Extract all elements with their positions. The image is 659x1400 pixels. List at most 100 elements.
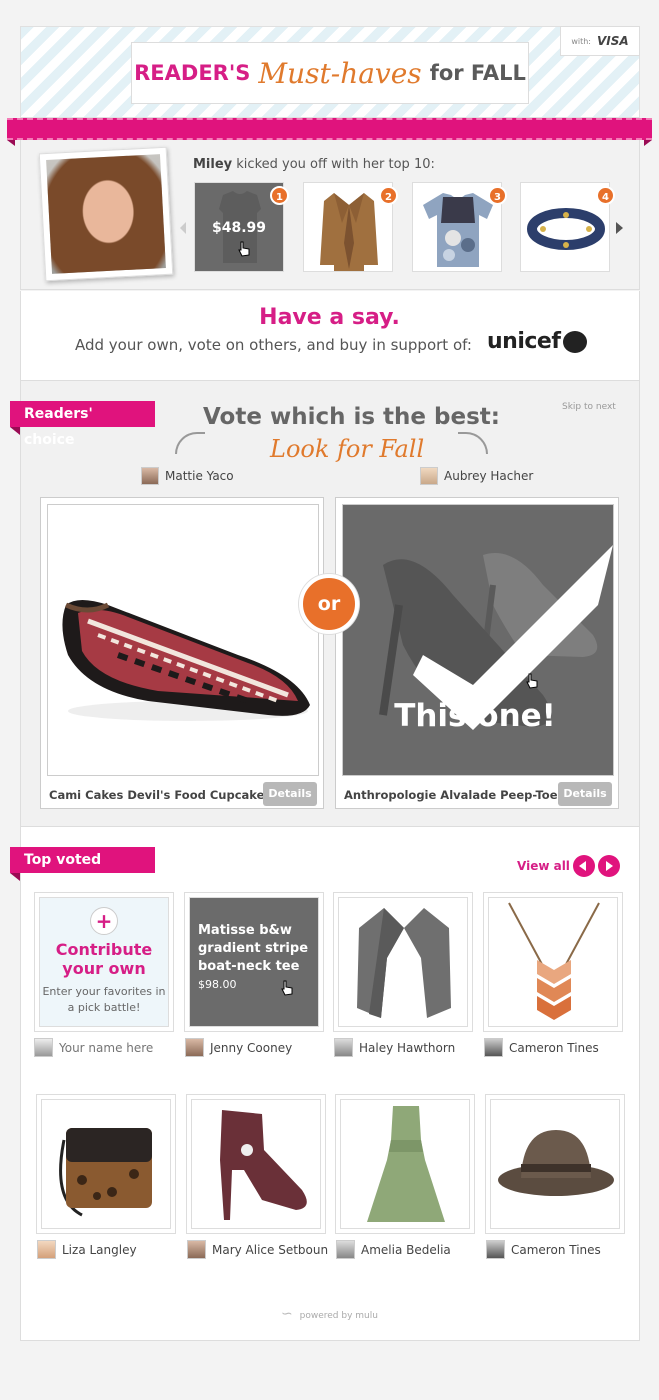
prev-page-button[interactable]	[573, 855, 595, 877]
rank-badge: 1	[270, 186, 289, 205]
user-placeholder-icon	[34, 1038, 53, 1057]
tag-fold	[10, 427, 20, 435]
vote-option-right[interactable]: Anthropologie Alvalade Peep-Toe Details	[335, 497, 619, 809]
necklace-image	[508, 902, 600, 1020]
submitter-name: Amelia Bedelia	[361, 1242, 451, 1257]
title-part-fall: for FALL	[429, 61, 526, 85]
grid-item-bootie[interactable]	[186, 1094, 326, 1234]
have-a-say-title: Have a say.	[259, 305, 400, 330]
contribute-title: Contribute your own	[55, 940, 153, 978]
have-a-say-subtitle: Add your own, vote on others, and buy in…	[75, 336, 472, 354]
submitter[interactable]: Liza Langley	[37, 1240, 137, 1259]
title-part-musthaves: Must-haves	[258, 56, 422, 90]
vote-title: Vote which is the best:	[203, 404, 500, 430]
chevron-right-icon	[606, 861, 613, 871]
powered-by[interactable]: ∽ powered by mulu	[0, 1306, 659, 1322]
top-item-4[interactable]: 4	[520, 182, 615, 272]
avatar	[37, 1240, 56, 1259]
submitter-name: Cameron Tines	[511, 1242, 601, 1257]
submitter-name: Liza Langley	[62, 1242, 137, 1257]
details-button[interactable]: Details	[558, 782, 612, 806]
submitter[interactable]: Cameron Tines	[484, 1038, 599, 1057]
name-input[interactable]	[59, 1040, 169, 1055]
avatar	[334, 1038, 353, 1057]
contribute-text: Enter your favorites in a pick battle!	[42, 985, 166, 1014]
voter-right[interactable]: Aubrey Hacher	[420, 467, 533, 485]
submitter[interactable]: Mary Alice Setboun	[187, 1240, 328, 1259]
next-page-button[interactable]	[598, 855, 620, 877]
top-item-2[interactable]: 2	[303, 182, 398, 272]
avatar	[484, 1038, 503, 1057]
grid-item-necklace[interactable]	[483, 892, 623, 1032]
submitter-name: Jenny Cooney	[210, 1040, 293, 1055]
skip-to-next-link[interactable]: Skip to next	[562, 402, 616, 412]
ribbon-fold-left	[7, 140, 15, 146]
item-price: $98.00	[198, 978, 237, 991]
grid-item-dress[interactable]	[335, 1094, 475, 1234]
or-badge: or	[299, 574, 359, 634]
rank-badge: 3	[488, 186, 507, 205]
voter-name: Aubrey Hacher	[444, 469, 534, 483]
item-title: Matisse b&w gradient stripe boat-neck te…	[198, 923, 309, 974]
top-item-price: $48.99	[211, 220, 267, 236]
title-part-readers: READER'S	[134, 61, 251, 85]
cardigan-image	[357, 908, 451, 1018]
hat-image	[498, 1130, 614, 1196]
vote-option-name: Cami Cakes Devil's Food Cupcake...	[49, 788, 278, 802]
submitter[interactable]: Haley Hawthorn	[334, 1038, 455, 1057]
hand-cursor-icon	[281, 980, 293, 996]
chevron-left-icon	[579, 861, 586, 871]
this-one-overlay[interactable]: This one!	[340, 698, 610, 734]
celebrity-caption-text: kicked you off with her top 10:	[236, 157, 435, 172]
sponsor-with-label: with:	[571, 36, 591, 46]
avatar	[141, 467, 159, 485]
rank-badge: 2	[379, 186, 398, 205]
view-all-link[interactable]: View all	[517, 859, 570, 873]
grid-item-hat[interactable]	[485, 1094, 625, 1234]
submitter-name: Haley Hawthorn	[359, 1040, 456, 1055]
dress-image	[367, 1106, 445, 1222]
sponsor-badge: with: VISA	[560, 26, 640, 56]
avatar	[185, 1038, 204, 1057]
carousel-next-icon[interactable]	[616, 222, 623, 234]
voter-name: Mattie Yaco	[165, 469, 234, 483]
grid-item-cardigan[interactable]	[333, 892, 473, 1032]
bootie-image	[220, 1110, 307, 1220]
carousel-prev-icon[interactable]	[180, 222, 186, 234]
avatar	[486, 1240, 505, 1259]
flat-shoe-image[interactable]	[47, 504, 319, 776]
contribute-card[interactable]: + Contribute your own Enter your favorit…	[34, 892, 174, 1032]
heels-image[interactable]	[342, 504, 614, 776]
submitter[interactable]: Amelia Bedelia	[336, 1240, 451, 1259]
submitter-name: Cameron Tines	[509, 1040, 599, 1055]
plus-icon[interactable]: +	[90, 907, 118, 935]
avatar	[420, 467, 438, 485]
tag-fold	[10, 873, 20, 881]
top-item-3[interactable]: 3	[412, 182, 507, 272]
celebrity-photo[interactable]	[38, 146, 174, 282]
unicef-globe-icon	[563, 331, 587, 353]
submitter[interactable]: Jenny Cooney	[185, 1038, 292, 1057]
rank-badge: 4	[596, 186, 615, 205]
submitter-name: Mary Alice Setboun	[212, 1242, 329, 1257]
visa-logo: VISA	[596, 34, 629, 48]
vote-subtitle: Look for Fall	[270, 435, 425, 463]
grid-item-tee[interactable]: Matisse b&w gradient stripe boat-neck te…	[184, 892, 324, 1032]
celebrity-caption: Miley kicked you off with her top 10:	[193, 157, 435, 172]
powered-by-text: powered by mulu	[299, 1311, 378, 1321]
submitter[interactable]: Cameron Tines	[486, 1240, 601, 1259]
mulu-logo-icon: ∽	[281, 1306, 293, 1322]
voter-left[interactable]: Mattie Yaco	[141, 467, 234, 485]
ribbon-divider	[7, 118, 652, 140]
grid-item-handbag[interactable]	[36, 1094, 176, 1234]
vote-option-left[interactable]: Cami Cakes Devil's Food Cupcake... Detai…	[40, 497, 324, 809]
readers-choice-tag: Readers' choice	[10, 401, 155, 448]
top-item-1[interactable]: $48.99 1	[194, 182, 289, 272]
name-entry[interactable]	[34, 1038, 169, 1057]
unicef-logo[interactable]: unicef	[487, 329, 561, 354]
handbag-image	[59, 1128, 152, 1217]
vote-option-name: Anthropologie Alvalade Peep-Toe	[344, 788, 558, 802]
details-button[interactable]: Details	[263, 782, 317, 806]
top-voted-tag: Top voted	[10, 847, 155, 873]
avatar	[336, 1240, 355, 1259]
